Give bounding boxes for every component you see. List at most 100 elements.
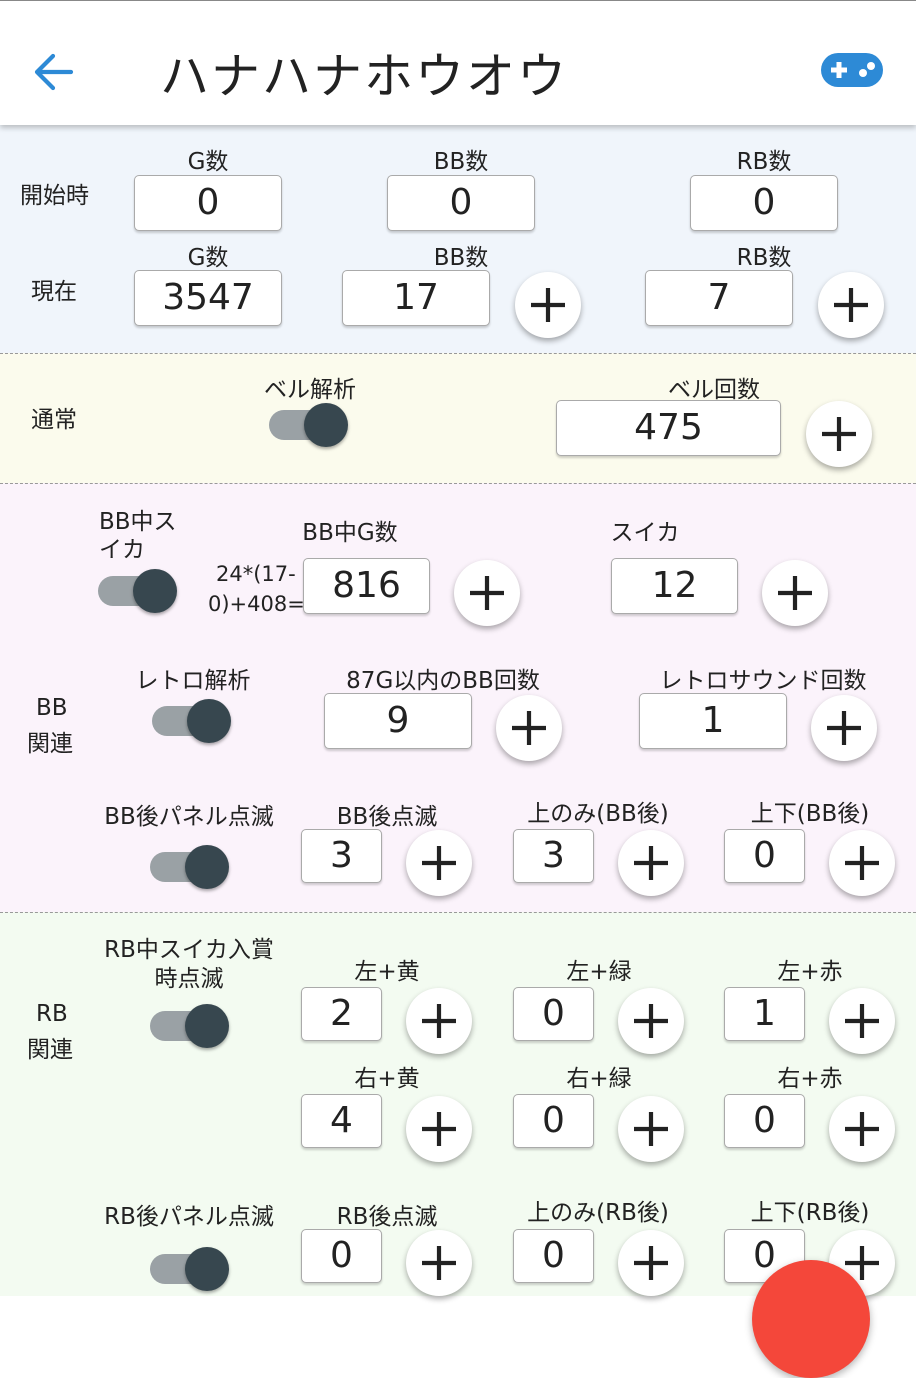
app-bar: ハナハナホウオウ <box>0 0 916 125</box>
rb-after-blink-plus-button[interactable] <box>406 1230 472 1296</box>
plus-icon <box>778 576 812 610</box>
right-yellow-field[interactable]: 4 <box>301 1094 382 1148</box>
bb-after-blink-label: BB後点滅 <box>336 804 438 830</box>
bb-suika-toggle-label-2: イカ <box>99 537 145 563</box>
right-green-label: 右+緑 <box>566 1066 632 1092</box>
rb-suika-toggle[interactable] <box>150 999 230 1053</box>
retro-sound-plus-button[interactable] <box>811 695 877 761</box>
within87-plus-button[interactable] <box>496 695 562 761</box>
bb-after-blink-plus-button[interactable] <box>406 830 472 896</box>
bb-panel-toggle-label: BB後パネル点滅 <box>104 804 274 830</box>
start-g-label: G数 <box>187 149 229 175</box>
plus-icon <box>512 711 546 745</box>
current-bb-label: BB数 <box>433 245 489 271</box>
plus-icon <box>634 846 668 880</box>
rb-suika-toggle-label-2: 時点滅 <box>154 966 224 992</box>
right-red-field[interactable]: 0 <box>724 1094 805 1148</box>
bell-count-field[interactable]: 475 <box>556 400 781 456</box>
rb-top-only-label: 上のみ(RB後) <box>527 1200 669 1226</box>
current-rb-field[interactable]: 7 <box>645 270 793 326</box>
left-red-field[interactable]: 1 <box>724 987 805 1041</box>
current-g-field[interactable]: 3547 <box>134 270 282 326</box>
bb-g-label: BB中G数 <box>302 520 398 546</box>
bb-top-only-field[interactable]: 3 <box>513 829 594 883</box>
left-yellow-field[interactable]: 2 <box>301 987 382 1041</box>
current-row-label: 現在 <box>31 279 77 305</box>
plus-icon <box>531 288 565 322</box>
retro-analysis-label: レトロ解析 <box>135 668 251 694</box>
bb-row-label-1: BB <box>36 695 68 721</box>
left-green-field[interactable]: 0 <box>513 987 594 1041</box>
bb-suika-label: スイカ <box>610 520 680 546</box>
plus-icon <box>845 1112 879 1146</box>
right-red-plus-button[interactable] <box>829 1096 895 1162</box>
start-rb-field[interactable]: 0 <box>690 175 838 231</box>
left-green-plus-button[interactable] <box>618 988 684 1054</box>
bb-row-label-2: 関連 <box>27 731 73 757</box>
right-green-plus-button[interactable] <box>618 1096 684 1162</box>
start-g-field[interactable]: 0 <box>134 175 282 231</box>
retro-analysis-toggle[interactable] <box>152 694 232 748</box>
bb-top-bottom-label: 上下(BB後) <box>750 801 870 827</box>
current-rb-plus-button[interactable] <box>818 272 884 338</box>
plus-icon <box>834 288 868 322</box>
plus-icon <box>827 711 861 745</box>
plus-icon <box>470 576 504 610</box>
bell-analysis-toggle[interactable] <box>269 398 349 452</box>
bb-after-blink-field[interactable]: 3 <box>301 829 382 883</box>
start-bb-field[interactable]: 0 <box>387 175 535 231</box>
bb-formula-line-2: 0)+408= <box>208 592 305 616</box>
left-green-label: 左+緑 <box>566 959 632 985</box>
bb-suika-toggle[interactable] <box>98 564 178 618</box>
plus-icon <box>634 1246 668 1280</box>
right-green-field[interactable]: 0 <box>513 1094 594 1148</box>
gamepad-icon[interactable] <box>821 53 883 87</box>
rb-top-only-field[interactable]: 0 <box>513 1229 594 1283</box>
plus-icon <box>422 1246 456 1280</box>
bell-count-plus-button[interactable] <box>806 401 872 467</box>
rb-panel-toggle-label: RB後パネル点滅 <box>104 1204 274 1230</box>
start-bb-label: BB数 <box>433 149 489 175</box>
within87-field[interactable]: 9 <box>324 693 472 749</box>
bell-count-label: ベル回数 <box>668 377 760 403</box>
rb-top-only-plus-button[interactable] <box>618 1230 684 1296</box>
current-rb-label: RB数 <box>736 245 792 271</box>
plus-icon <box>634 1112 668 1146</box>
current-bb-plus-button[interactable] <box>515 272 581 338</box>
bb-top-only-label: 上のみ(BB後) <box>527 801 669 827</box>
bb-formula-line-1: 24*(17- <box>216 562 296 586</box>
rb-panel-toggle[interactable] <box>150 1242 230 1296</box>
plus-icon <box>822 417 856 451</box>
rb-top-bottom-label: 上下(RB後) <box>750 1200 870 1226</box>
bb-top-bottom-plus-button[interactable] <box>829 830 895 896</box>
left-yellow-label: 左+黄 <box>354 959 420 985</box>
start-row-label: 開始時 <box>20 183 89 209</box>
normal-row-label: 通常 <box>31 407 77 433</box>
bb-g-plus-button[interactable] <box>454 560 520 626</box>
bb-g-field[interactable]: 816 <box>303 558 430 614</box>
bb-suika-plus-button[interactable] <box>762 560 828 626</box>
floating-action-button[interactable] <box>752 1260 870 1378</box>
retro-sound-field[interactable]: 1 <box>639 693 787 749</box>
bb-panel-toggle[interactable] <box>150 840 230 894</box>
bb-top-bottom-field[interactable]: 0 <box>724 829 805 883</box>
rb-row-label-1: RB <box>36 1001 68 1027</box>
plus-icon <box>422 846 456 880</box>
retro-sound-label: レトロサウンド回数 <box>659 668 867 694</box>
left-yellow-plus-button[interactable] <box>406 988 472 1054</box>
plus-icon <box>845 846 879 880</box>
left-red-plus-button[interactable] <box>829 988 895 1054</box>
plus-icon <box>422 1004 456 1038</box>
start-rb-label: RB数 <box>736 149 792 175</box>
plus-icon <box>845 1004 879 1038</box>
left-red-label: 左+赤 <box>777 959 843 985</box>
bb-top-only-plus-button[interactable] <box>618 830 684 896</box>
bb-suika-field[interactable]: 12 <box>611 558 738 614</box>
rb-after-blink-field[interactable]: 0 <box>301 1229 382 1283</box>
rb-after-blink-label: RB後点滅 <box>336 1204 438 1230</box>
page-title: ハナハナホウオウ <box>160 48 569 105</box>
rb-row-label-2: 関連 <box>27 1037 73 1063</box>
current-bb-field[interactable]: 17 <box>342 270 490 326</box>
arrow-left-icon[interactable] <box>34 53 74 91</box>
right-yellow-plus-button[interactable] <box>406 1096 472 1162</box>
